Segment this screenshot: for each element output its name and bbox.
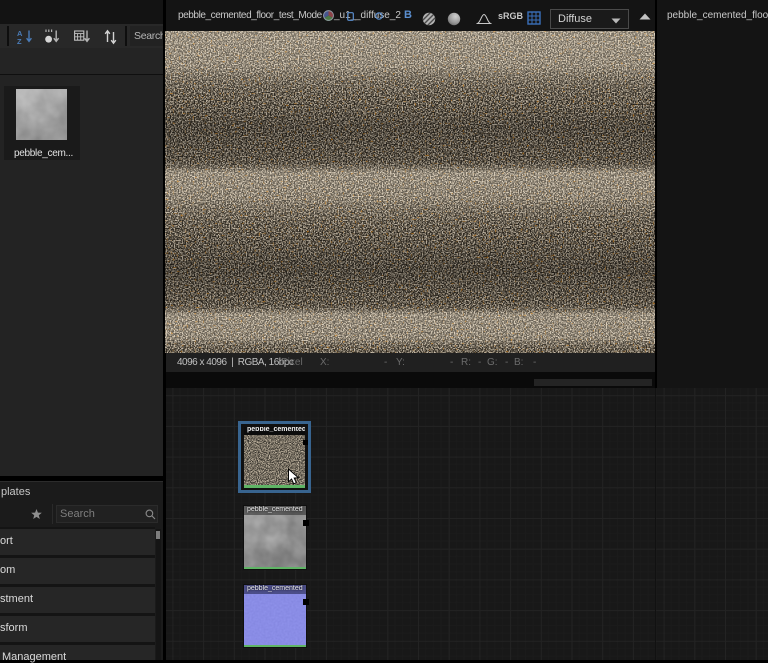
svg-text:Z: Z: [17, 37, 22, 45]
